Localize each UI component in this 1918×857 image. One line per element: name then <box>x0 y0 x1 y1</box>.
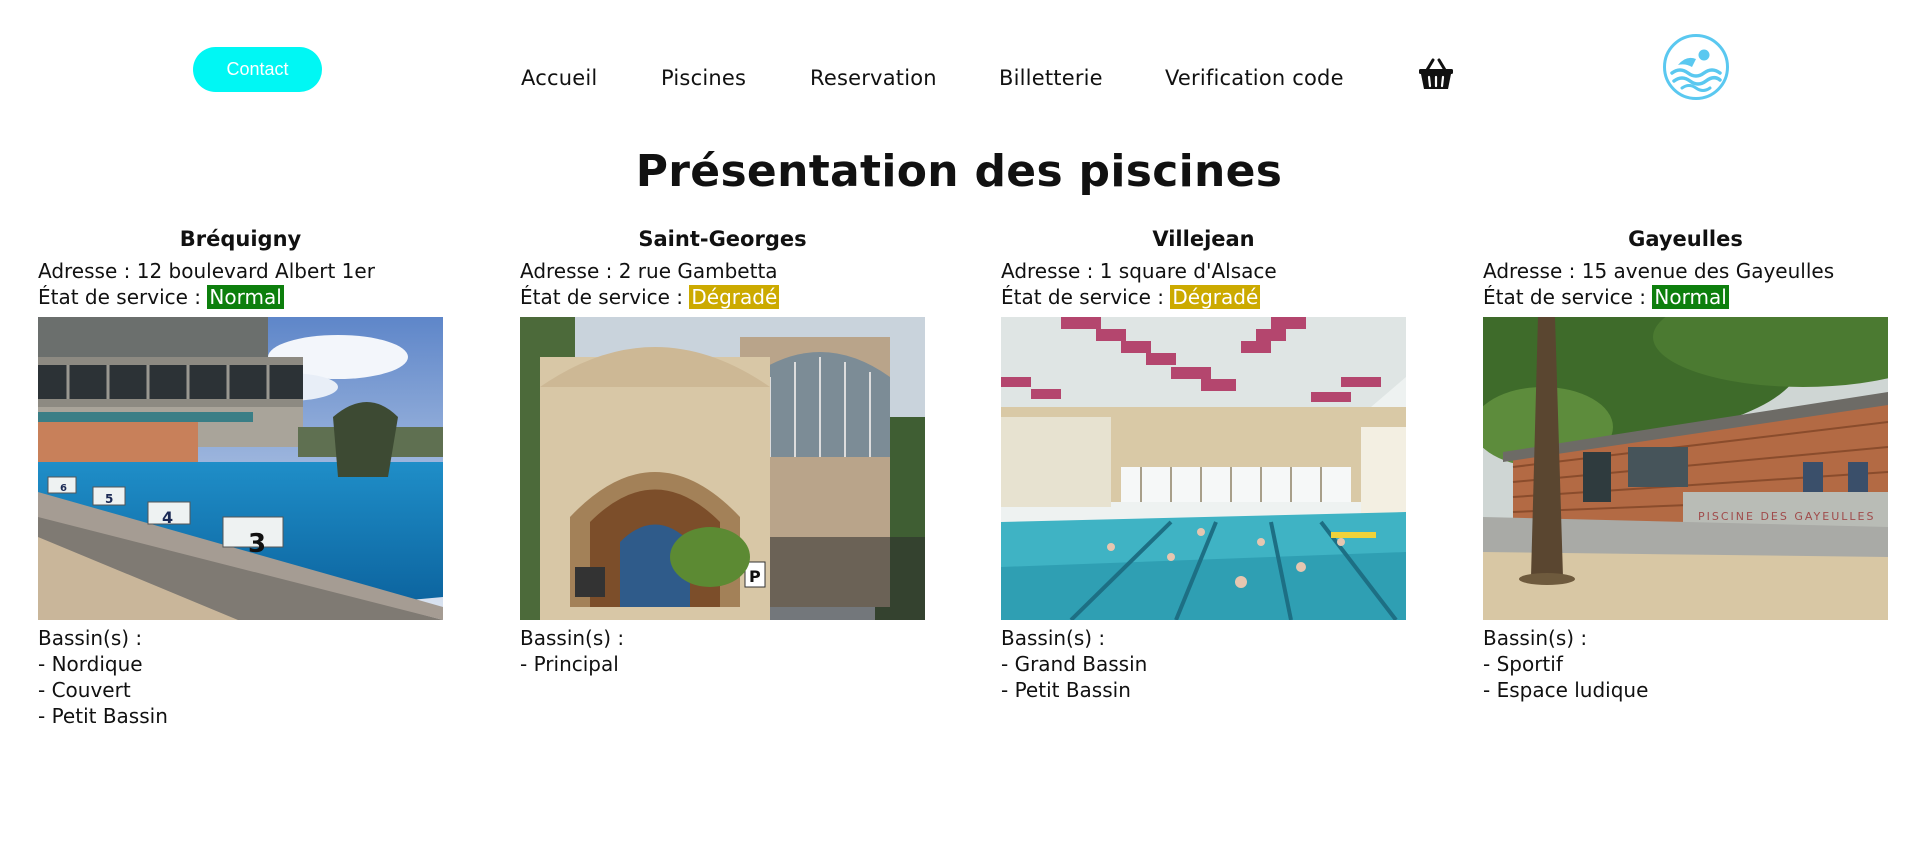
main-nav: Accueil Piscines Reservation Billetterie… <box>0 66 1918 96</box>
svg-text:5: 5 <box>105 492 113 506</box>
pools-heading: Bassin(s) : <box>520 626 625 650</box>
pool-name: Saint-Georges <box>638 227 807 251</box>
pool-photo: 6 5 4 3 <box>38 317 443 620</box>
pool-card-brequigny: Bréquigny Adresse : 12 boulevard Albert … <box>38 226 443 729</box>
pool-address: Adresse : 12 boulevard Albert 1er <box>38 258 443 284</box>
pool-address: Adresse : 15 avenue des Gayeulles <box>1483 258 1888 284</box>
pool-address: Adresse : 1 square d'Alsace <box>1001 258 1406 284</box>
nav-accueil[interactable]: Accueil <box>521 66 597 90</box>
pools-heading: Bassin(s) : <box>38 626 143 650</box>
basin-list: - Sportif - Espace ludique <box>1483 651 1888 703</box>
address-value: 1 square d'Alsace <box>1099 259 1277 283</box>
nav-verification-code[interactable]: Verification code <box>1165 66 1344 90</box>
list-item: - Couvert <box>38 678 131 702</box>
pool-name: Bréquigny <box>179 227 302 251</box>
pool-status: État de service : Dégradé <box>520 284 925 310</box>
list-item: - Espace ludique <box>1483 678 1649 702</box>
list-item: - Petit Bassin <box>1001 678 1131 702</box>
basket-icon[interactable] <box>1418 58 1454 90</box>
address-prefix: Adresse : <box>1001 259 1100 283</box>
pools-heading: Bassin(s) : <box>1001 626 1106 650</box>
pool-status: État de service : Normal <box>38 284 443 310</box>
pool-status: État de service : Normal <box>1483 284 1888 310</box>
pool-name: Villejean <box>1152 227 1255 251</box>
status-badge: Normal <box>207 285 284 309</box>
list-item: - Petit Bassin <box>38 704 168 728</box>
pool-status: État de service : Dégradé <box>1001 284 1406 310</box>
pool-name: Gayeulles <box>1628 227 1743 251</box>
pools-heading: Bassin(s) : <box>1483 626 1588 650</box>
pool-card-gayeulles: Gayeulles Adresse : 15 avenue des Gayeul… <box>1483 226 1888 703</box>
nav-piscines[interactable]: Piscines <box>661 66 746 90</box>
address-value: 15 avenue des Gayeulles <box>1581 259 1835 283</box>
svg-text:6: 6 <box>60 483 67 494</box>
status-badge: Dégradé <box>689 285 780 309</box>
address-prefix: Adresse : <box>520 259 619 283</box>
address-value: 2 rue Gambetta <box>618 259 778 283</box>
status-badge: Dégradé <box>1170 285 1261 309</box>
status-prefix: État de service : <box>1001 285 1171 309</box>
swimmer-wave-logo[interactable] <box>1662 33 1730 101</box>
basin-list: - Grand Bassin - Petit Bassin <box>1001 651 1406 703</box>
pool-photo <box>1001 317 1406 620</box>
svg-text:4: 4 <box>162 508 173 527</box>
list-item: - Nordique <box>38 652 143 676</box>
svg-text:3: 3 <box>248 529 266 559</box>
page-title: Présentation des piscines <box>635 146 1283 197</box>
status-prefix: État de service : <box>1483 285 1653 309</box>
pool-card-villejean: Villejean Adresse : 1 square d'Alsace Ét… <box>1001 226 1406 703</box>
pool-address: Adresse : 2 rue Gambetta <box>520 258 925 284</box>
nav-reservation[interactable]: Reservation <box>810 66 937 90</box>
status-badge: Normal <box>1652 285 1729 309</box>
list-item: - Principal <box>520 652 619 676</box>
basin-list: - Nordique - Couvert - Petit Bassin <box>38 651 443 729</box>
pool-photo: P <box>520 317 925 620</box>
address-prefix: Adresse : <box>1483 259 1582 283</box>
svg-text:P: P <box>749 567 761 586</box>
status-prefix: État de service : <box>38 285 208 309</box>
list-item: - Sportif <box>1483 652 1563 676</box>
address-value: 12 boulevard Albert 1er <box>136 259 375 283</box>
pool-photo: PISCINE DES GAYEULLES <box>1483 317 1888 620</box>
svg-text:PISCINE DES GAYEULLES: PISCINE DES GAYEULLES <box>1698 510 1875 523</box>
list-item: - Grand Bassin <box>1001 652 1148 676</box>
nav-billetterie[interactable]: Billetterie <box>999 66 1103 90</box>
basin-list: - Principal <box>520 651 925 677</box>
address-prefix: Adresse : <box>38 259 137 283</box>
status-prefix: État de service : <box>520 285 690 309</box>
pool-card-saint-georges: Saint-Georges Adresse : 2 rue Gambetta É… <box>520 226 925 677</box>
page: Contact Accueil Piscines Reservation Bil… <box>0 0 1918 857</box>
